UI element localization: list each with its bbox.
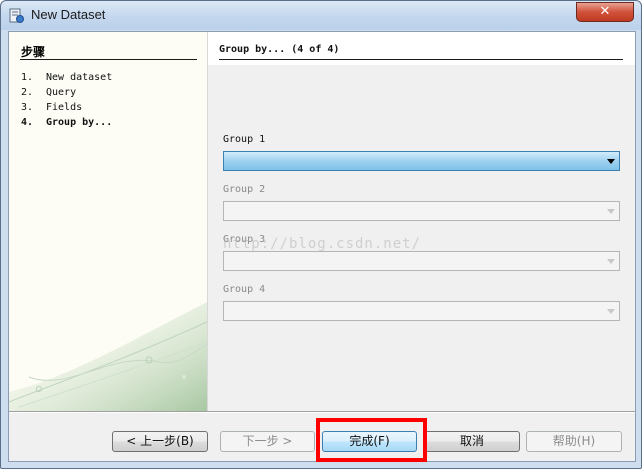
group-1-label: Group 1 — [223, 134, 266, 145]
dialog-window: New Dataset ✕ 步骤 1. New dataset 2. Query 3… — [0, 0, 642, 469]
decorative-swirl — [9, 302, 207, 411]
step-item: 2. Query — [21, 87, 77, 98]
close-button[interactable]: ✕ — [576, 2, 634, 22]
next-button[interactable]: 下一步 > — [220, 431, 315, 452]
steps-divider — [20, 59, 197, 60]
dropdown-arrow-icon — [607, 259, 615, 264]
cancel-button[interactable]: 取消 — [424, 431, 520, 452]
page-title: Group by... (4 of 4) — [219, 44, 340, 55]
group-4-label: Group 4 — [223, 284, 266, 295]
group-4-combo[interactable] — [223, 301, 620, 321]
dialog-client: 步骤 1. New dataset 2. Query 3. Fields 4. Grou… — [8, 31, 636, 462]
annotation-highlight-box — [316, 418, 427, 462]
help-button[interactable]: 帮助(H) — [526, 431, 622, 452]
step-label: Group by... — [46, 117, 113, 128]
step-item: 1. New dataset — [21, 72, 113, 83]
group-2-label: Group 2 — [223, 184, 266, 195]
button-bar-divider — [9, 411, 635, 413]
step-label: New dataset — [46, 72, 113, 83]
back-button[interactable]: < 上一步(B) — [112, 431, 208, 452]
dropdown-arrow-icon — [607, 309, 615, 314]
dropdown-arrow-icon — [607, 209, 615, 214]
group-1-combo[interactable] — [223, 151, 620, 171]
step-label: Fields — [46, 102, 83, 113]
group-2-combo[interactable] — [223, 201, 620, 221]
step-item: 3. Fields — [21, 102, 83, 113]
step-label: Query — [46, 87, 77, 98]
page-header: Group by... (4 of 4) — [208, 32, 635, 65]
steps-panel: 步骤 1. New dataset 2. Query 3. Fields 4. Grou… — [9, 32, 207, 411]
main-panel: Group by... (4 of 4) Group 1 Group 2 Gro… — [208, 32, 635, 411]
title-bar[interactable]: New Dataset ✕ — [1, 1, 641, 30]
page-title-divider — [219, 59, 623, 60]
app-icon — [9, 8, 24, 23]
dropdown-arrow-icon — [607, 159, 615, 164]
step-item-current: 4. Group by... — [21, 117, 113, 128]
group-3-combo[interactable] — [223, 251, 620, 271]
watermark: http://blog.csdn.net/ — [223, 236, 422, 252]
steps-heading: 步骤 — [21, 45, 46, 59]
window-title: New Dataset — [31, 7, 106, 22]
close-icon: ✕ — [599, 4, 611, 19]
